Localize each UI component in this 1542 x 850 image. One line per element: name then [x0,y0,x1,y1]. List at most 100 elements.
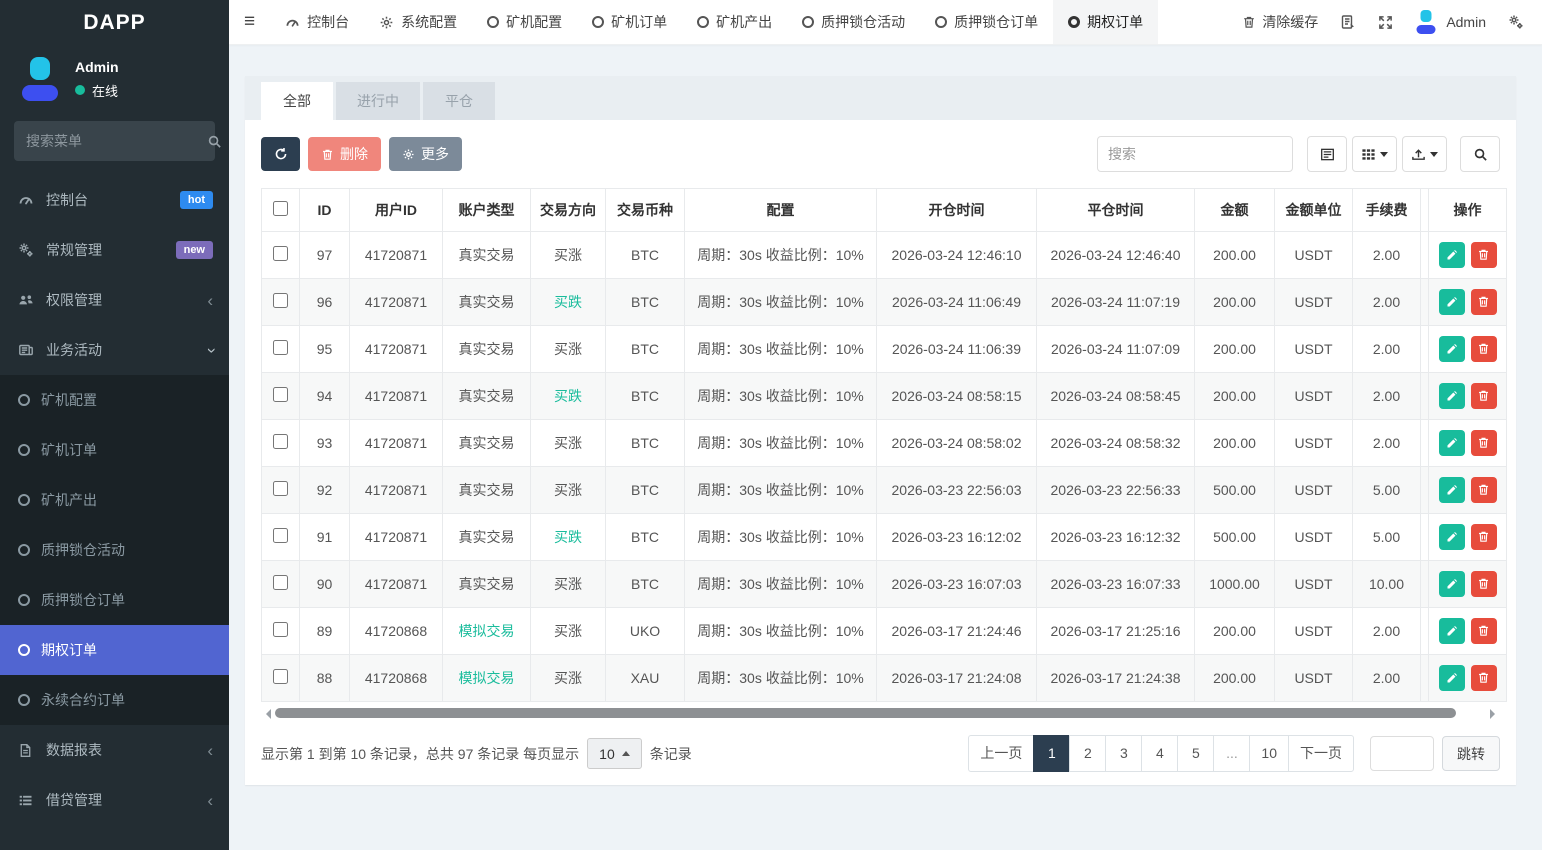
page-next[interactable]: 下一页 [1288,735,1354,772]
edit-button[interactable] [1438,524,1465,551]
detail-view-button[interactable] [1307,136,1347,172]
row-checkbox[interactable] [273,622,288,637]
delete-button[interactable]: 删除 [308,137,381,171]
topnav-item[interactable]: 系统配置 [364,0,472,44]
sidebar-item-lending[interactable]: 借贷管理 ‹ [0,775,229,825]
row-checkbox[interactable] [273,293,288,308]
edit-button[interactable] [1438,336,1465,363]
row-delete-button[interactable] [1470,476,1497,503]
sidebar-subitem[interactable]: 矿机配置 [0,375,229,425]
list-icon [16,793,35,808]
table-search-input[interactable] [1097,136,1293,172]
clear-cache-button[interactable]: 清除缓存 [1242,12,1318,32]
page-number[interactable]: 10 [1249,735,1289,772]
select-all-checkbox[interactable] [273,201,288,216]
circle-icon [697,16,710,28]
cell-open_time: 2026-03-24 08:58:15 [876,372,1037,420]
columns-button[interactable] [1352,136,1397,172]
row-delete-button[interactable] [1470,429,1497,456]
sidebar-item-dashboard[interactable]: 控制台 hot [0,175,229,225]
scroll-right-icon[interactable] [1490,709,1500,719]
topnav-item[interactable]: 矿机产出 [682,0,787,44]
row-delete-button[interactable] [1470,570,1497,597]
cell-account: 真实交易 [442,231,531,279]
edit-button[interactable] [1438,477,1465,504]
sidebar-menu: 控制台 hot 常规管理 new 权限管理 ‹ 业务活动 ‹ 矿机配置 矿机订单矿… [0,175,229,825]
page-number[interactable]: 1 [1033,735,1071,772]
edit-button[interactable] [1438,289,1465,316]
row-checkbox[interactable] [273,434,288,449]
scrollbar-thumb[interactable] [275,708,1456,718]
tab[interactable]: 全部 [261,82,333,120]
export-button[interactable] [1402,136,1447,172]
tab[interactable]: 进行中 [336,82,420,120]
sidebar-subitem[interactable]: 永续合约订单 [0,675,229,725]
edit-button[interactable] [1438,242,1465,269]
topnav-item[interactable]: 控制台 [270,0,364,44]
sidebar-item-general[interactable]: 常规管理 new [0,225,229,275]
page-number[interactable]: 3 [1105,735,1143,772]
topnav-item[interactable]: 质押锁仓活动 [787,0,920,44]
cell-amount: 200.00 [1194,419,1275,467]
fullscreen-icon[interactable] [1378,15,1393,30]
sidebar-subitem[interactable]: 质押锁仓订单 [0,575,229,625]
edit-button[interactable] [1438,665,1465,692]
cell-account: 模拟交易 [442,607,531,655]
row-delete-button[interactable] [1470,617,1497,644]
hamburger-icon[interactable]: ≡ [229,0,270,44]
cell-id: 91 [299,513,350,561]
user-menu[interactable]: Admin [1415,10,1486,34]
circle-icon [18,644,30,656]
sidebar-subitem[interactable]: 矿机产出 [0,475,229,525]
sidebar-search[interactable] [14,121,221,161]
row-delete-button[interactable] [1470,288,1497,315]
row-delete-button[interactable] [1470,382,1497,409]
search-icon[interactable] [207,134,222,149]
row-checkbox[interactable] [273,575,288,590]
settings-gears-icon[interactable] [1508,14,1524,30]
page-number[interactable]: 4 [1141,735,1179,772]
log-icon[interactable] [1340,14,1356,30]
row-delete-button[interactable] [1470,241,1497,268]
advanced-search-button[interactable] [1460,136,1500,172]
scroll-left-icon[interactable] [261,709,271,719]
edit-button[interactable] [1438,383,1465,410]
sidebar-item-reports[interactable]: 数据报表 ‹ [0,725,229,775]
row-checkbox[interactable] [273,481,288,496]
row-checkbox[interactable] [273,246,288,261]
edit-button[interactable] [1438,430,1465,457]
more-button[interactable]: 更多 [389,137,462,171]
edit-button[interactable] [1438,618,1465,645]
jump-page-input[interactable] [1370,736,1434,771]
row-checkbox[interactable] [273,340,288,355]
tab[interactable]: 平仓 [423,82,495,120]
column-header: 账户类型 [442,188,531,232]
row-delete-button[interactable] [1470,664,1497,691]
edit-button[interactable] [1438,571,1465,598]
page-prev[interactable]: 上一页 [968,735,1035,772]
sidebar-item-label: 数据报表 [46,742,102,758]
row-checkbox[interactable] [273,528,288,543]
row-delete-button[interactable] [1470,523,1497,550]
sidebar-subitem[interactable]: 矿机订单 [0,425,229,475]
page-number[interactable]: 2 [1069,735,1107,772]
topnav-item[interactable]: 矿机订单 [577,0,682,44]
sidebar-subitem[interactable]: 质押锁仓活动 [0,525,229,575]
topnav-item[interactable]: 质押锁仓订单 [920,0,1053,44]
topnav-item[interactable]: 期权订单 [1053,0,1159,44]
row-delete-button[interactable] [1470,335,1497,362]
row-checkbox[interactable] [273,669,288,684]
page-number[interactable]: 5 [1177,735,1215,772]
circle-icon [592,16,605,28]
jump-button[interactable]: 跳转 [1442,736,1500,771]
sidebar-item-permissions[interactable]: 权限管理 ‹ [0,275,229,325]
refresh-button[interactable] [261,137,300,171]
row-checkbox[interactable] [273,387,288,402]
page-size-select[interactable]: 10 [587,738,642,769]
horizontal-scrollbar[interactable] [261,707,1500,720]
sidebar-subitem[interactable]: 期权订单 [0,625,229,675]
sidebar-search-input[interactable] [26,133,207,149]
cell-direction: 买跌 [530,278,606,326]
sidebar-item-business[interactable]: 业务活动 ‹ [0,325,229,375]
topnav-item[interactable]: 矿机配置 [472,0,577,44]
